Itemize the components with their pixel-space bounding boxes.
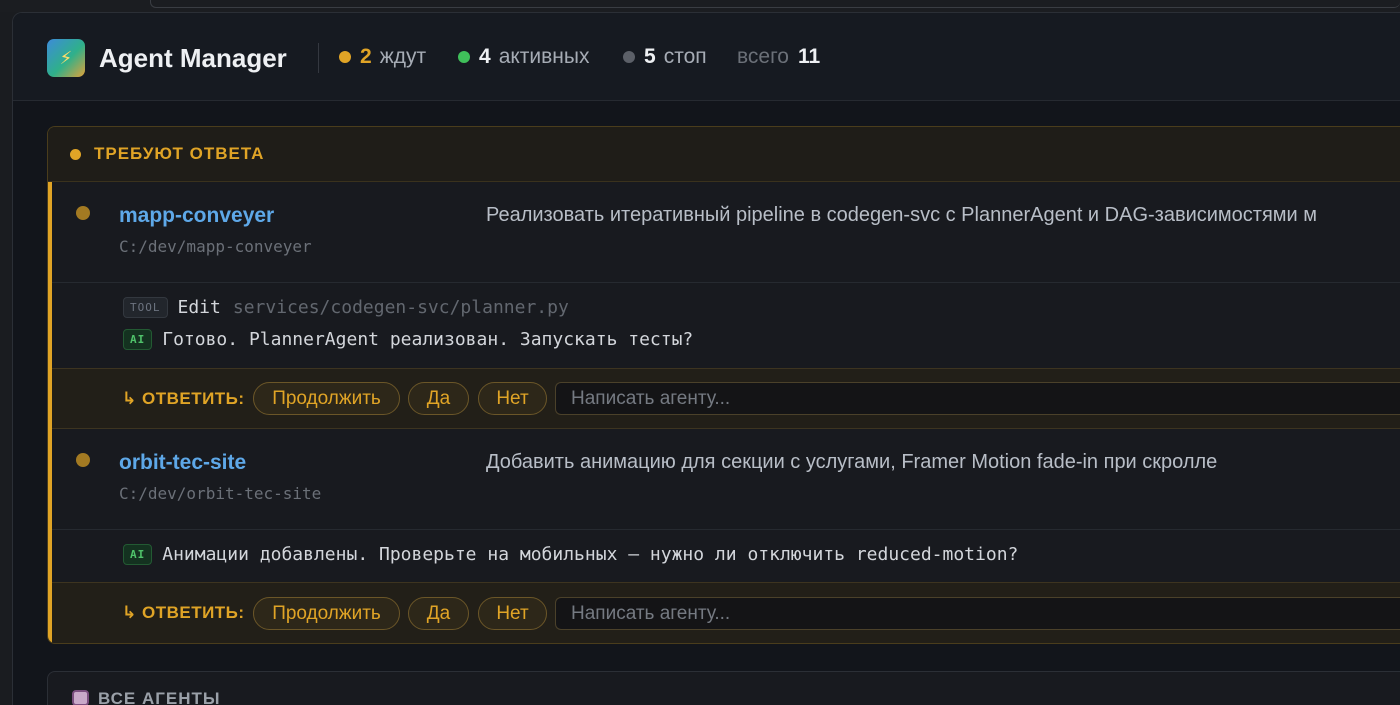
no-button[interactable]: Нет	[478, 382, 547, 415]
yes-button[interactable]: Да	[408, 597, 469, 630]
tool-name: Edit	[177, 297, 221, 318]
continue-button[interactable]: Продолжить	[253, 382, 400, 415]
stat-total-count: 11	[797, 45, 821, 68]
reply-input[interactable]	[555, 597, 1400, 630]
active-status-dot-icon	[458, 51, 470, 63]
agent-name[interactable]: mapp-conveyer	[119, 204, 274, 228]
section-title: ТРЕБУЮТ ОТВЕТА	[94, 144, 265, 163]
stat-stopped[interactable]: 5 стоп	[623, 45, 707, 69]
reply-bar: ↳ ОТВЕТИТЬ: Продолжить Да Нет	[52, 582, 1400, 643]
window-top-edge	[0, 0, 1400, 12]
yes-button[interactable]: Да	[408, 382, 469, 415]
ai-message: Готово. PlannerAgent реализован. Запуска…	[162, 329, 694, 350]
needs-answer-section: ТРЕБУЮТ ОТВЕТА mapp-conveyer C:/dev/mapp…	[47, 126, 1400, 644]
all-agents-title: ВСЕ АГЕНТЫ	[98, 689, 221, 705]
stat-waiting[interactable]: 2 ждут	[339, 45, 426, 69]
agent-task: Добавить анимацию для секции с услугами,…	[486, 451, 1218, 473]
agent-card: orbit-tec-site C:/dev/orbit-tec-site Доб…	[48, 429, 1400, 643]
tool-arg: services/codegen-svc/planner.py	[232, 297, 569, 318]
agent-log: AI Анимации добавлены. Проверьте на моби…	[52, 530, 1400, 582]
ai-tag: AI	[123, 329, 153, 350]
all-agents-section: ВСЕ АГЕНТЫ	[47, 671, 1400, 705]
agent-card-summary[interactable]: orbit-tec-site C:/dev/orbit-tec-site Доб…	[52, 429, 1400, 530]
stat-waiting-label: ждут	[379, 45, 427, 68]
agent-path: C:/dev/orbit-tec-site	[119, 484, 322, 503]
agent-log: TOOL Edit services/codegen-svc/planner.p…	[52, 283, 1400, 368]
stat-active-count: 4	[479, 45, 491, 68]
tool-tag: TOOL	[123, 297, 168, 318]
log-line-tool: TOOL Edit services/codegen-svc/planner.p…	[123, 297, 569, 318]
ai-message: Анимации добавлены. Проверьте на мобильн…	[162, 544, 1019, 565]
robot-icon	[72, 690, 89, 705]
reply-label: ↳ ОТВЕТИТЬ:	[122, 603, 245, 622]
log-line-ai: AI Анимации добавлены. Проверьте на моби…	[123, 544, 1018, 565]
agent-card: mapp-conveyer C:/dev/mapp-conveyer Реали…	[48, 182, 1400, 429]
stat-total-label: всего	[737, 45, 789, 68]
ai-tag: AI	[123, 544, 153, 565]
bolt-icon: ⚡	[47, 39, 85, 77]
tab-strip-outline	[150, 0, 1400, 8]
stat-active[interactable]: 4 активных	[458, 45, 590, 69]
stat-active-label: активных	[498, 45, 590, 68]
agent-card-summary[interactable]: mapp-conveyer C:/dev/mapp-conveyer Реали…	[52, 182, 1400, 283]
waiting-status-dot-icon	[70, 148, 81, 160]
needs-answer-header: ТРЕБУЮТ ОТВЕТА	[48, 127, 1400, 182]
no-button[interactable]: Нет	[478, 597, 547, 630]
continue-button[interactable]: Продолжить	[253, 597, 400, 630]
stat-waiting-count: 2	[360, 45, 372, 68]
app-title: Agent Manager	[99, 43, 287, 73]
agent-task: Реализовать итеративный pipeline в codeg…	[486, 204, 1318, 226]
reply-bar: ↳ ОТВЕТИТЬ: Продолжить Да Нет	[52, 368, 1400, 429]
stopped-status-dot-icon	[623, 51, 635, 63]
agent-status-dot-icon	[76, 206, 90, 220]
stat-total: всего 11	[737, 45, 828, 69]
waiting-status-dot-icon	[339, 51, 351, 63]
agent-name[interactable]: orbit-tec-site	[119, 451, 246, 475]
reply-input[interactable]	[555, 382, 1400, 415]
agent-status-dot-icon	[76, 453, 90, 467]
header-divider	[318, 43, 319, 73]
reply-label: ↳ ОТВЕТИТЬ:	[122, 389, 245, 408]
stat-stopped-label: стоп	[663, 45, 707, 68]
log-line-ai: AI Готово. PlannerAgent реализован. Запу…	[123, 329, 693, 350]
agent-manager-window: ⚡ Agent Manager 2 ждут 4 активных 5 стоп…	[12, 12, 1400, 705]
agent-path: C:/dev/mapp-conveyer	[119, 237, 312, 256]
app-header: ⚡ Agent Manager 2 ждут 4 активных 5 стоп…	[13, 13, 1400, 101]
stat-stopped-count: 5	[644, 45, 656, 68]
